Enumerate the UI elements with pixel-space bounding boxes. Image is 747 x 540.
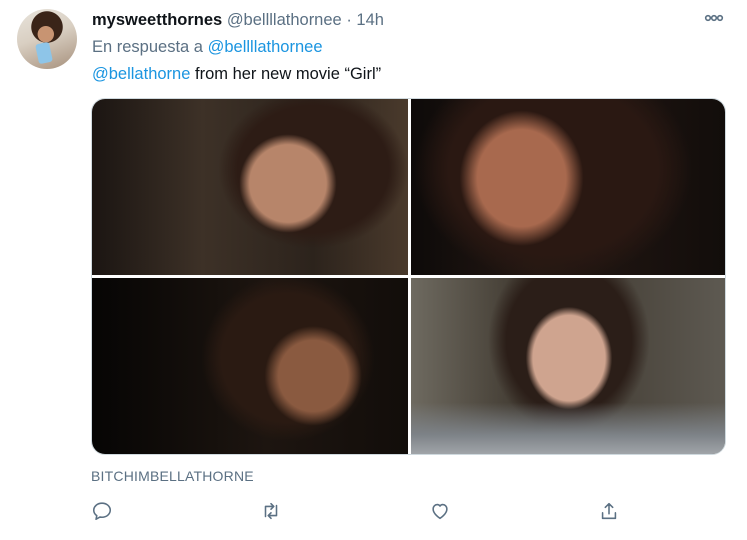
timestamp[interactable]: 14h xyxy=(356,11,384,29)
handle[interactable]: @bellllathornee xyxy=(227,11,342,29)
heart-icon[interactable] xyxy=(429,500,451,522)
media-photo-2[interactable] xyxy=(411,99,725,275)
retweet-icon[interactable] xyxy=(260,500,282,522)
reply-icon[interactable] xyxy=(91,500,113,522)
media-photo-3[interactable] xyxy=(92,278,408,454)
tweet-body: from her new movie “Girl” xyxy=(190,65,382,83)
mention-link[interactable]: @bellathorne xyxy=(92,65,190,83)
tweet: mysweetthornes @bellllathornee · 14h En … xyxy=(0,0,747,540)
tweet-text: @bellathorne from her new movie “Girl” xyxy=(92,65,381,84)
reply-prefix: En respuesta a xyxy=(92,38,203,56)
share-icon[interactable] xyxy=(598,500,620,522)
avatar[interactable] xyxy=(17,9,77,69)
source-label: BITCHIMBELLATHORNE xyxy=(91,468,254,484)
reply-context: En respuesta a @bellllathornee xyxy=(92,38,323,57)
more-horizontal-icon[interactable] xyxy=(700,8,728,28)
reply-to-link[interactable]: @bellllathornee xyxy=(208,38,323,56)
media-photo-4[interactable] xyxy=(411,278,725,454)
separator: · xyxy=(346,11,352,29)
media-grid xyxy=(91,98,726,455)
media-photo-1[interactable] xyxy=(92,99,408,275)
display-name[interactable]: mysweetthornes xyxy=(92,11,222,29)
tweet-header: mysweetthornes @bellllathornee · 14h xyxy=(92,11,384,30)
phone-in-avatar xyxy=(35,41,53,65)
